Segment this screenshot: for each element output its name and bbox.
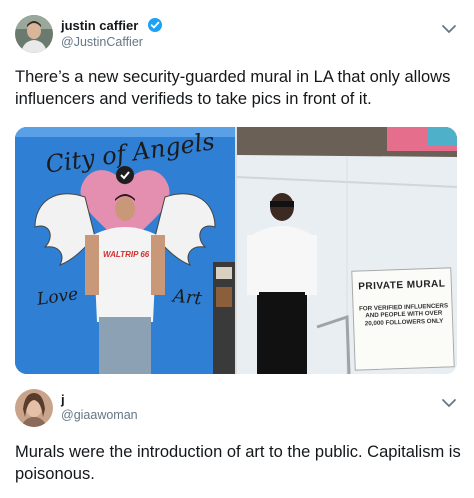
display-name[interactable]: justin caffier [61,18,138,33]
tweet-media[interactable]: City of Angels Love Art WALTRIP 66 PRIVA… [15,127,457,374]
user-handle[interactable]: @JustinCaffier [61,35,143,49]
private-mural-sign: PRIVATE MURAL FOR VERIFIED INFLUENCERS A… [351,267,455,371]
display-name[interactable]: j [61,392,65,407]
chevron-down-icon[interactable] [441,395,457,408]
avatar[interactable] [15,389,53,427]
chevron-down-icon[interactable] [441,21,457,34]
user-handle[interactable]: @giaawoman [61,408,138,422]
avatar[interactable] [15,15,53,53]
media-photo-mural[interactable]: City of Angels Love Art WALTRIP 66 [15,127,235,374]
shirt-text: WALTRIP 66 [103,250,150,259]
tweet-text: Murals were the introduction of art to t… [15,443,461,483]
sign-title: PRIVATE MURAL [358,278,446,293]
sign-body: FOR VERIFIED INFLUENCERS AND PEOPLE WITH… [358,302,449,328]
media-photo-guard[interactable]: PRIVATE MURAL FOR VERIFIED INFLUENCERS A… [237,127,457,374]
verified-badge-icon [148,18,162,32]
mural-art: Art [171,285,203,310]
tweet-text: There’s a new security-guarded mural in … [15,68,451,108]
tweet-justin-caffier: justin caffier @JustinCaffier There’s a … [0,0,474,382]
tweet-j: j @giaawoman Murals were the introductio… [0,382,474,498]
